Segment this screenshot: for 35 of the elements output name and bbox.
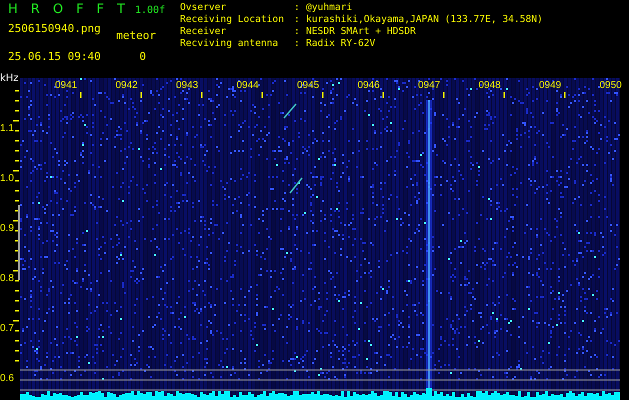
info-label: Recviving antenna — [180, 38, 280, 50]
time-label: 0946 — [358, 80, 380, 91]
y-axis-label: 0.6 — [0, 373, 14, 384]
version-label: 1.00f — [134, 5, 166, 16]
time-label: 0945 — [297, 80, 320, 91]
datetime-label: 25.06.15 09:40 — [8, 50, 101, 63]
time-label: 0947 — [418, 80, 440, 91]
time-label: 0949 — [539, 80, 562, 91]
time-label: 0943 — [176, 80, 198, 91]
time-label: 0942 — [116, 80, 138, 91]
info-separator: : — [294, 26, 301, 38]
time-label: 0941 — [55, 80, 78, 91]
info-value: kurashiki,Okayama,JAPAN (133.77E, 34.58N) — [306, 14, 543, 26]
info-value: NESDR SMArt + HDSDR — [306, 26, 417, 38]
info-separator: : — [294, 38, 301, 50]
y-axis-label: 1.1 — [0, 123, 14, 134]
time-label: 0944 — [236, 80, 259, 91]
y-axis-label: 1.0 — [0, 173, 14, 184]
app-title: H R O F F T — [8, 2, 125, 17]
filename-label: 2506150940.png — [8, 22, 101, 37]
info-value: Radix RY-62V — [306, 38, 376, 50]
time-label: 0950 — [600, 80, 622, 91]
info-label: Receiving Location — [180, 14, 285, 26]
y-axis-label: 0.8 — [0, 273, 14, 284]
axis-unit-label: kHz — [0, 73, 19, 84]
meteor-count: 0 — [139, 50, 146, 63]
y-axis-label: 0.9 — [0, 223, 14, 234]
info-label: Receiver — [180, 26, 228, 38]
info-label: Ovserver — [180, 2, 228, 14]
time-label: 0948 — [478, 80, 501, 91]
info-separator: : — [294, 14, 301, 26]
info-value: @yuhmari — [306, 2, 354, 14]
meteor-label: meteor — [116, 29, 156, 42]
info-separator: : — [294, 2, 301, 14]
y-axis-label: 0.7 — [0, 323, 14, 334]
